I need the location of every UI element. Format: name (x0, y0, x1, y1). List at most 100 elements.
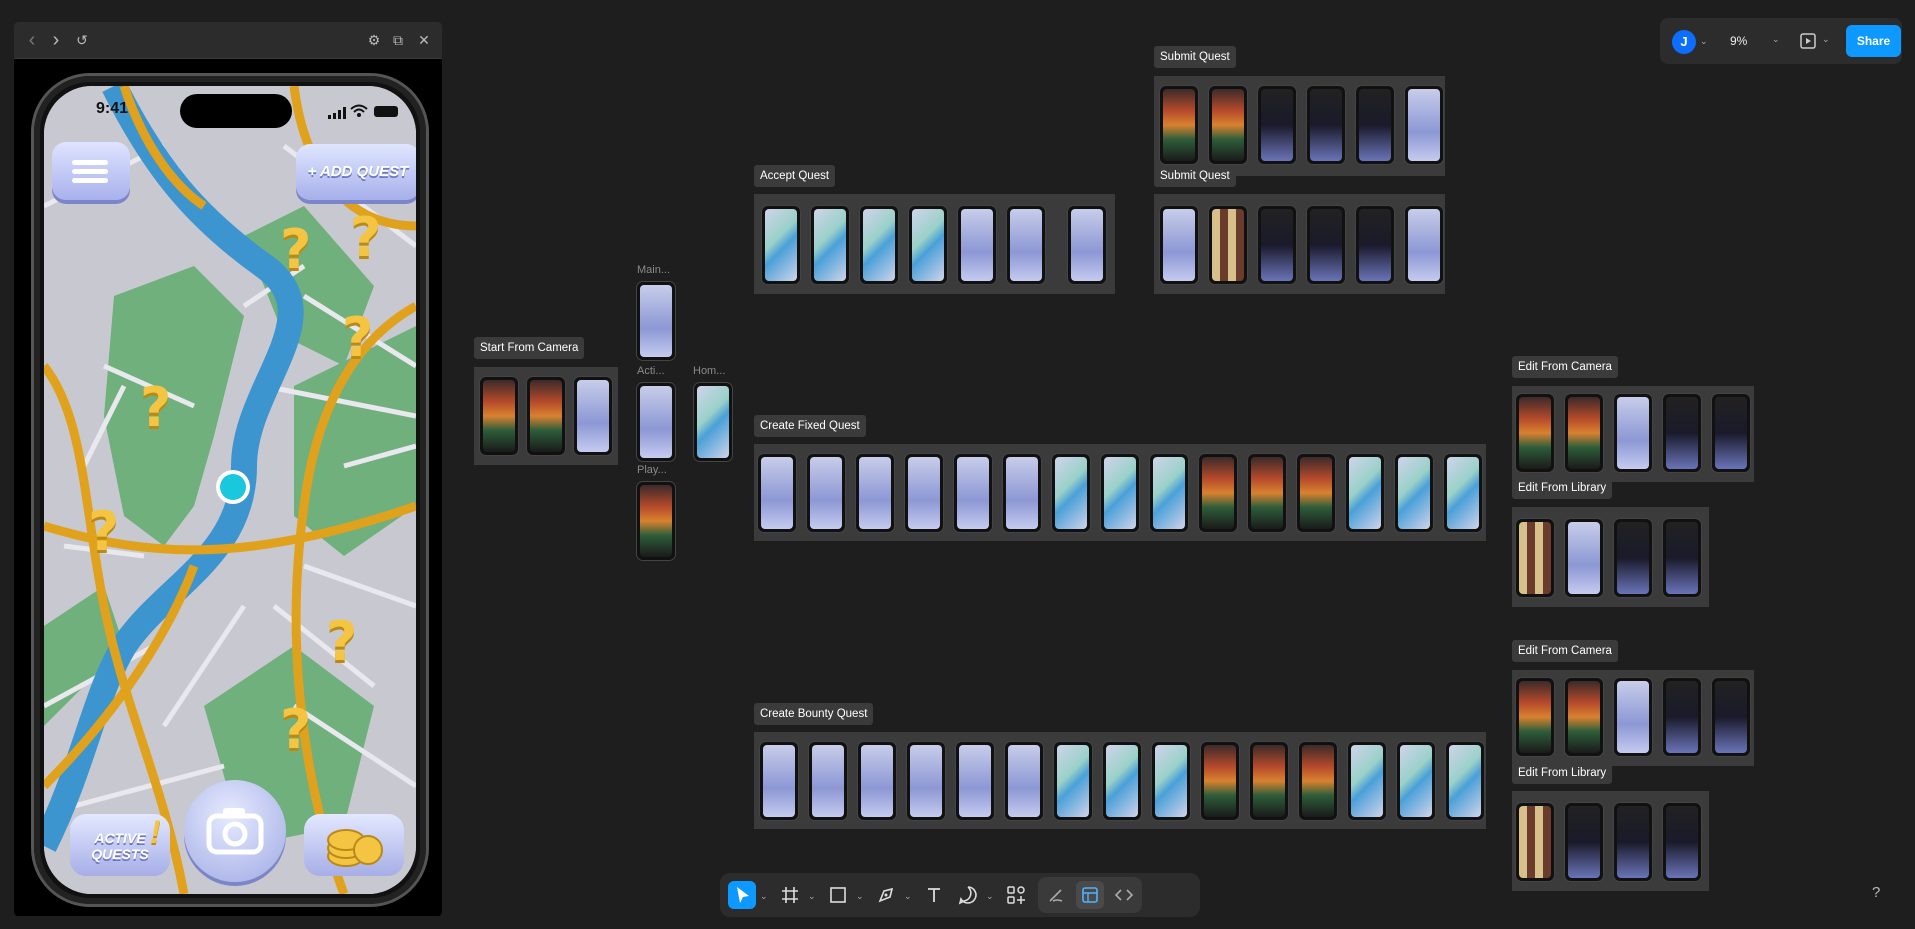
screen-thumbnail[interactable] (1250, 742, 1288, 820)
frame-label-active[interactable]: Acti... (637, 365, 665, 377)
screen-thumbnail[interactable] (809, 742, 847, 820)
pen-tool-icon[interactable] (872, 881, 900, 909)
section-label-edit-from-library[interactable]: Edit From Library (1512, 477, 1613, 499)
screen-thumbnail[interactable] (909, 206, 947, 284)
screen-thumbnail[interactable] (811, 206, 849, 284)
chevron-down-icon[interactable]: ⌄ (760, 891, 768, 902)
draw-icon[interactable] (1042, 881, 1070, 909)
screen-thumbnail-active[interactable] (637, 383, 675, 461)
screen-thumbnail[interactable] (958, 206, 996, 284)
screen-thumbnail[interactable] (905, 454, 943, 532)
screen-thumbnail[interactable] (1160, 86, 1198, 164)
section-label-edit-from-camera[interactable]: Edit From Camera (1512, 356, 1618, 378)
screen-thumbnail[interactable] (1565, 678, 1603, 756)
screen-thumbnail[interactable] (760, 742, 798, 820)
section-label-submit-quest[interactable]: Submit Quest (1154, 46, 1236, 68)
screen-thumbnail[interactable] (1258, 86, 1296, 164)
quest-marker-icon[interactable]: ? (280, 698, 311, 761)
screen-thumbnail[interactable] (1516, 394, 1554, 472)
screen-thumbnail[interactable] (1565, 519, 1603, 597)
chevron-down-icon[interactable]: ⌄ (808, 891, 816, 902)
quest-marker-icon[interactable]: ? (88, 500, 119, 563)
screen-thumbnail[interactable] (1663, 519, 1701, 597)
text-tool-icon[interactable] (920, 881, 948, 909)
section-label-create-fixed-quest[interactable]: Create Fixed Quest (754, 415, 866, 437)
active-quests-button[interactable]: ACTIVE QUESTS ! (70, 814, 170, 876)
screen-thumbnail[interactable] (1405, 206, 1443, 284)
screen-thumbnail[interactable] (1712, 394, 1750, 472)
screen-thumbnail[interactable] (1516, 678, 1554, 756)
quest-marker-icon[interactable]: ? (280, 218, 311, 281)
section-label-edit-from-camera-2[interactable]: Edit From Camera (1512, 640, 1618, 662)
settings-icon[interactable]: ⚙ (364, 30, 384, 50)
screen-thumbnail[interactable] (1614, 678, 1652, 756)
screen-thumbnail[interactable] (1348, 742, 1386, 820)
screen-thumbnail[interactable] (956, 742, 994, 820)
screen-thumbnail[interactable] (1346, 454, 1384, 532)
dev-mode-icon[interactable] (1110, 881, 1138, 909)
forward-arrow-icon[interactable]: › (46, 30, 66, 50)
screen-thumbnail[interactable] (1199, 454, 1237, 532)
screen-thumbnail[interactable] (1160, 206, 1198, 284)
screen-thumbnail[interactable] (1663, 394, 1701, 472)
screen-thumbnail[interactable] (1307, 206, 1345, 284)
screen-thumbnail[interactable] (1663, 678, 1701, 756)
screen-thumbnail[interactable] (1307, 86, 1345, 164)
screen-thumbnail[interactable] (1297, 454, 1335, 532)
screen-thumbnail[interactable] (1150, 454, 1188, 532)
quest-marker-icon[interactable]: ? (140, 376, 171, 439)
chevron-down-icon[interactable]: ⌄ (904, 891, 912, 902)
rectangle-tool-icon[interactable] (824, 881, 852, 909)
screen-thumbnail[interactable] (1516, 519, 1554, 597)
screen-thumbnail[interactable] (1209, 206, 1247, 284)
screen-thumbnail[interactable] (1103, 742, 1141, 820)
screen-thumbnail[interactable] (1007, 206, 1045, 284)
screen-thumbnail[interactable] (1614, 519, 1652, 597)
screen-thumbnail[interactable] (1068, 206, 1106, 284)
present-icon[interactable] (1800, 33, 1816, 49)
quest-marker-icon[interactable]: ? (350, 206, 381, 269)
screen-thumbnail[interactable] (907, 742, 945, 820)
screen-thumbnail[interactable] (1405, 86, 1443, 164)
screen-thumbnail[interactable] (1565, 803, 1603, 881)
screen-thumbnail[interactable] (856, 454, 894, 532)
frame-label-play[interactable]: Play... (637, 464, 667, 476)
frame-label-main[interactable]: Main... (637, 264, 670, 276)
screen-thumbnail-home[interactable] (694, 383, 732, 461)
zoom-level[interactable]: 9% (1718, 26, 1780, 56)
open-external-icon[interactable]: ⧉ (388, 30, 408, 50)
section-label-submit-quest-2[interactable]: Submit Quest (1154, 165, 1236, 187)
screen-thumbnail[interactable] (1712, 678, 1750, 756)
screen-thumbnail[interactable] (1248, 454, 1286, 532)
screen-thumbnail[interactable] (860, 206, 898, 284)
actions-icon[interactable] (1002, 881, 1030, 909)
screen-thumbnail[interactable] (1201, 742, 1239, 820)
frame-label-home[interactable]: Hom... (693, 365, 725, 377)
screen-thumbnail[interactable] (1054, 742, 1092, 820)
coins-button[interactable] (304, 814, 404, 876)
restart-icon[interactable]: ↺ (72, 30, 92, 50)
move-tool-icon[interactable] (728, 881, 756, 909)
chevron-down-icon[interactable]: ⌄ (1700, 36, 1708, 47)
screen-thumbnail[interactable] (527, 377, 565, 455)
screen-thumbnail[interactable] (1397, 742, 1435, 820)
section-label-create-bounty-quest[interactable]: Create Bounty Quest (754, 703, 874, 725)
screen-thumbnail[interactable] (1446, 742, 1484, 820)
screen-thumbnail[interactable] (1395, 454, 1433, 532)
screen-thumbnail[interactable] (1299, 742, 1337, 820)
design-mode-icon[interactable] (1076, 881, 1104, 909)
screen-thumbnail[interactable] (858, 742, 896, 820)
comment-tool-icon[interactable] (954, 881, 982, 909)
frame-tool-icon[interactable] (776, 881, 804, 909)
avatar[interactable]: J (1672, 30, 1696, 54)
section-label-edit-from-library-2[interactable]: Edit From Library (1512, 762, 1613, 784)
screen-thumbnail-main[interactable] (637, 282, 675, 360)
section-label-accept-quest[interactable]: Accept Quest (754, 165, 836, 187)
screen-thumbnail-play[interactable] (637, 482, 675, 560)
screen-thumbnail[interactable] (1258, 206, 1296, 284)
quest-marker-icon[interactable]: ? (342, 306, 373, 369)
help-button[interactable]: ? (1872, 884, 1880, 901)
chevron-down-icon[interactable]: ⌄ (986, 891, 994, 902)
screen-thumbnail[interactable] (762, 206, 800, 284)
menu-button[interactable] (52, 142, 130, 200)
